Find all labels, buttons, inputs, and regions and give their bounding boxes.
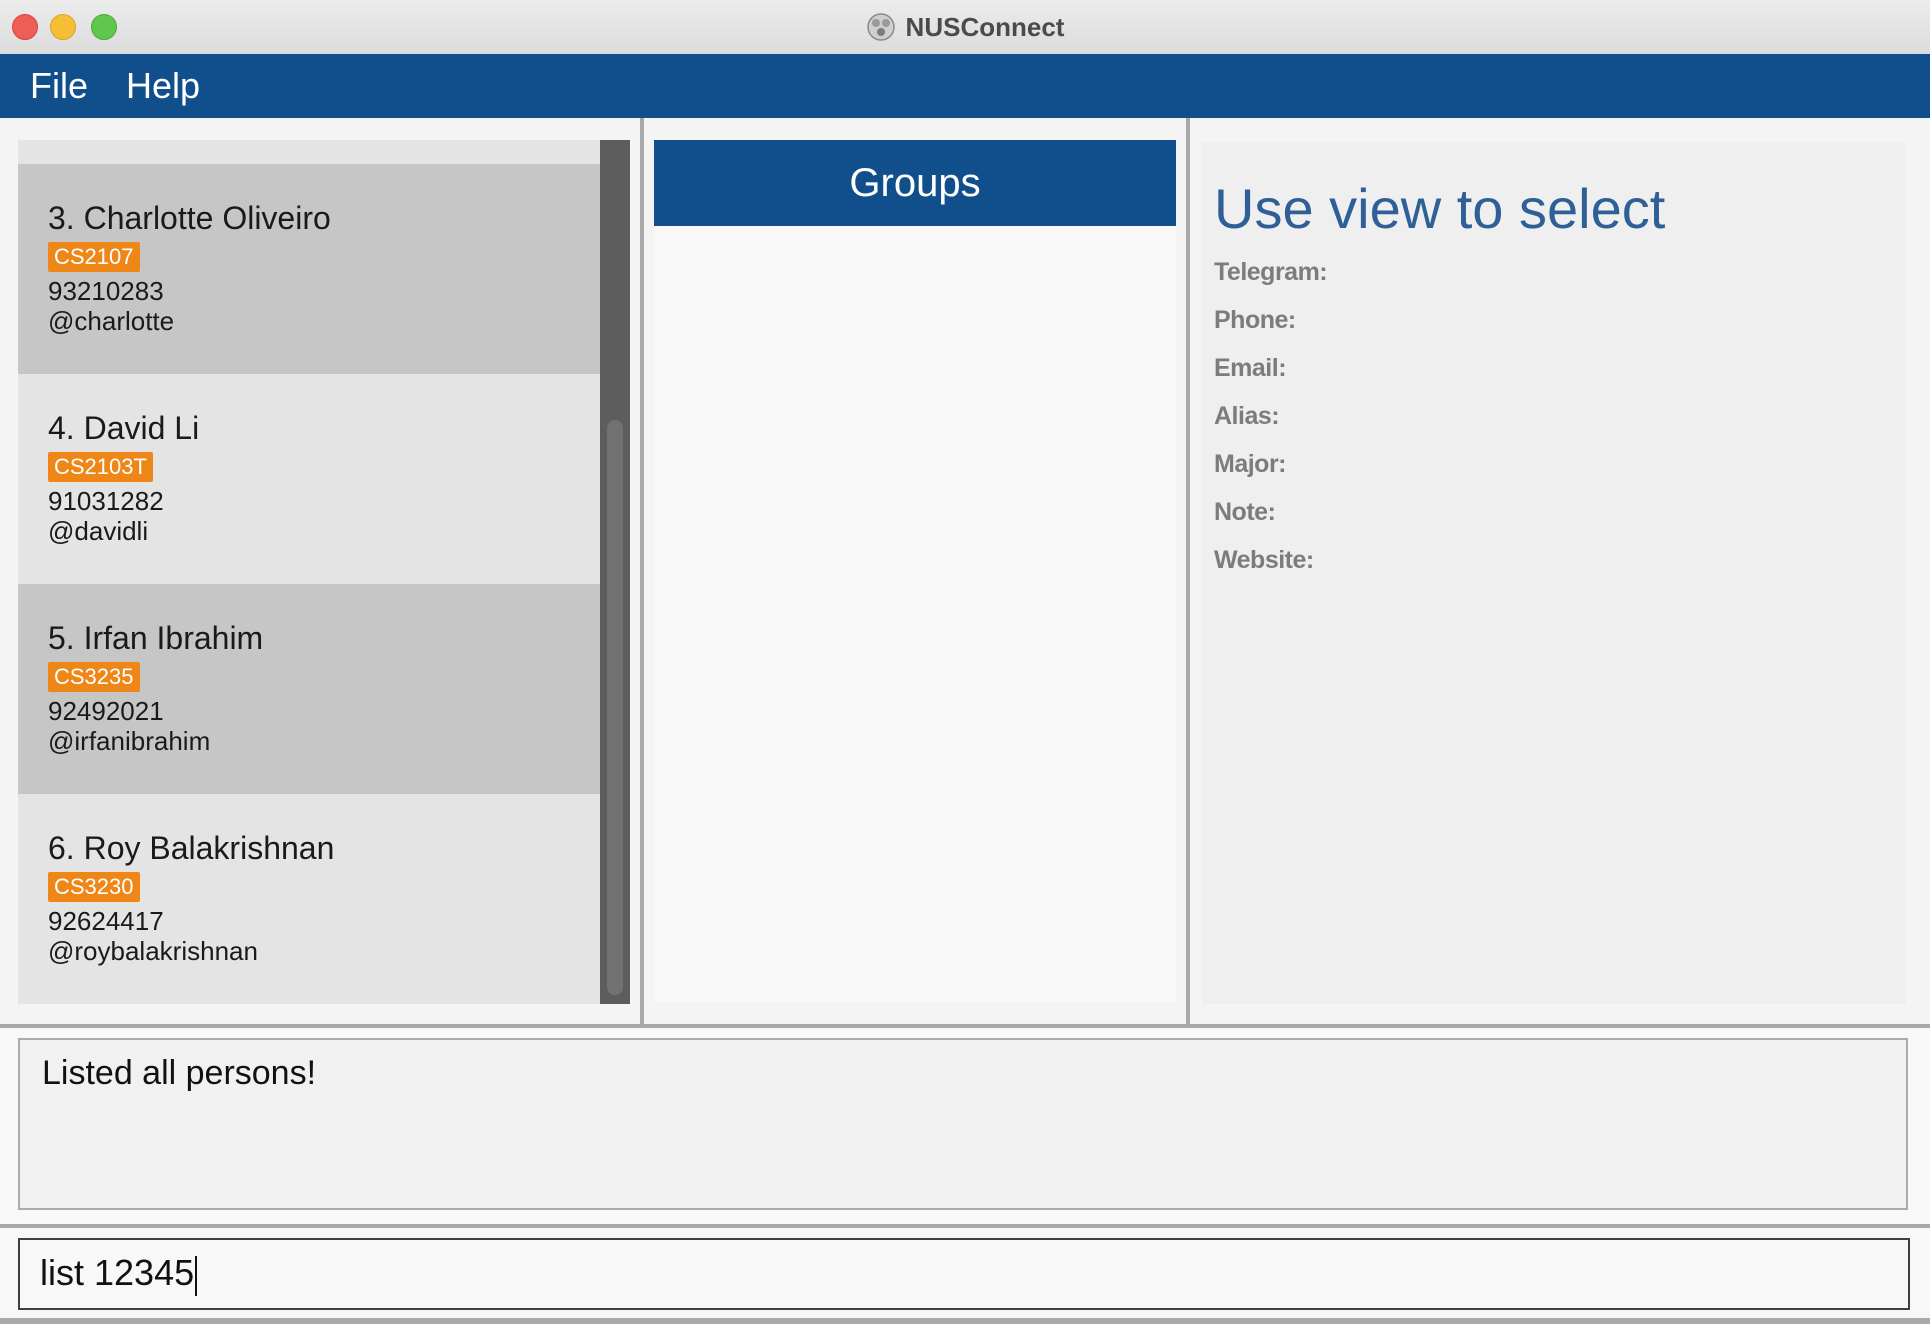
website-label: Website: [1214, 546, 1314, 574]
command-input[interactable]: list 12345 [18, 1238, 1910, 1310]
person-telegram: @irfanibrahim [48, 726, 211, 756]
person-name: 3. Charlotte Oliveiro [48, 200, 331, 236]
person-card[interactable]: 3. Charlotte Oliveiro CS2107 93210283 @c… [18, 164, 600, 374]
person-card[interactable]: 6. Roy Balakrishnan CS3230 92624417 @roy… [18, 794, 600, 1004]
person-card[interactable]: 5. Irfan Ibrahim CS3235 92492021 @irfani… [18, 584, 600, 794]
module-tag: CS2107 [48, 242, 140, 272]
person-phone: 92492021 [48, 696, 164, 726]
person-list[interactable]: 3. Charlotte Oliveiro CS2107 93210283 @c… [18, 140, 600, 1004]
menu-file[interactable]: File [30, 65, 88, 107]
email-label: Email: [1214, 354, 1287, 382]
window-bottom-edge [0, 1318, 1930, 1324]
menu-bar: File Help [0, 54, 1930, 118]
scrollbar-thumb[interactable] [607, 420, 623, 995]
groups-list[interactable]: Groups [654, 140, 1176, 1002]
person-phone: 91031282 [48, 486, 164, 516]
command-text: list 12345 [40, 1252, 198, 1296]
telegram-label: Telegram: [1214, 258, 1328, 286]
module-tag: CS3235 [48, 662, 140, 692]
person-telegram: @charlotte [48, 306, 175, 336]
person-name: 4. David Li [48, 410, 200, 446]
module-tag: CS3230 [48, 872, 140, 902]
details-heading: Use view to select [1214, 177, 1666, 240]
phone-label: Phone: [1214, 306, 1296, 334]
person-list-scrollbar[interactable] [600, 140, 630, 1004]
groups-pane: Groups [644, 118, 1186, 1024]
person-name: 5. Irfan Ibrahim [48, 620, 264, 656]
command-value: list 12345 [40, 1252, 195, 1294]
title-bar: NUSConnect [0, 0, 1930, 55]
previous-card-edge [18, 140, 600, 164]
result-display[interactable]: Listed all persons! [18, 1038, 1908, 1210]
alias-label: Alias: [1214, 402, 1280, 430]
result-pane: Listed all persons! [0, 1028, 1930, 1224]
person-card[interactable]: 4. David Li CS2103T 91031282 @davidli [18, 374, 600, 584]
person-phone: 93210283 [48, 276, 164, 306]
person-details: Use view to select Telegram: Phone: Emai… [1202, 142, 1906, 1004]
person-phone: 92624417 [48, 906, 164, 936]
window-title: NUSConnect [905, 11, 1065, 42]
person-list-pane: 3. Charlotte Oliveiro CS2107 93210283 @c… [0, 118, 640, 1024]
groups-header: Groups [654, 140, 1176, 226]
major-label: Major: [1214, 450, 1287, 478]
module-tag: CS2103T [48, 452, 153, 482]
person-telegram: @roybalakrishnan [48, 936, 258, 966]
app-logo-icon [866, 13, 895, 41]
text-caret [195, 1255, 198, 1296]
command-pane: list 12345 [0, 1228, 1930, 1324]
person-name: 6. Roy Balakrishnan [48, 830, 335, 866]
note-label: Note: [1214, 498, 1276, 526]
details-pane: Use view to select Telegram: Phone: Emai… [1190, 118, 1930, 1024]
person-telegram: @davidli [48, 516, 149, 546]
menu-help[interactable]: Help [126, 65, 200, 107]
groups-title: Groups [849, 160, 981, 205]
result-message: Listed all persons! [42, 1054, 317, 1092]
